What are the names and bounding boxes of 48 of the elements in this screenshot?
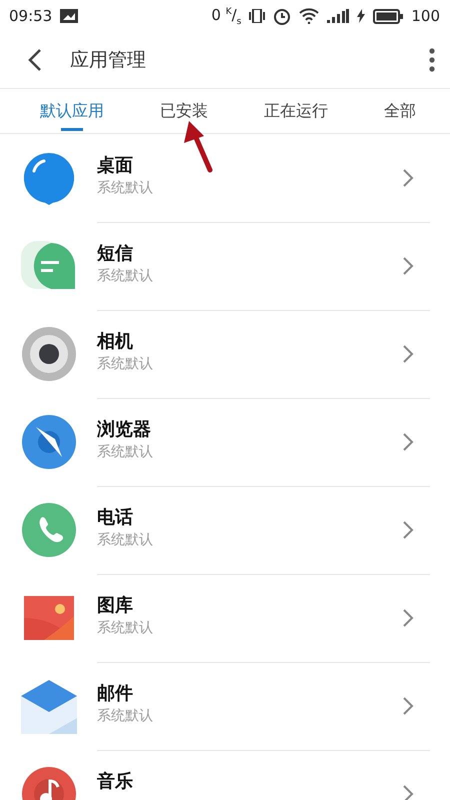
chevron-right-icon[interactable] — [402, 432, 414, 452]
chevron-right-icon[interactable] — [402, 520, 414, 540]
app-status: 系统默认 — [97, 530, 154, 548]
chevron-right-icon[interactable] — [402, 608, 414, 628]
app-status: 系统默认 — [97, 354, 154, 372]
app-name: 短信 — [97, 242, 134, 264]
clock-time: 09:53 — [9, 7, 52, 25]
message-icon — [20, 241, 76, 291]
app-name: 图库 — [97, 594, 134, 616]
app-name: 邮件 — [97, 682, 134, 704]
envelope-icon — [20, 678, 76, 734]
app-status: 系统默认 — [97, 442, 154, 460]
phone-icon — [22, 503, 76, 557]
app-status: 系统默认 — [97, 178, 154, 196]
alarm-icon — [273, 7, 292, 25]
annotation-arrow — [184, 121, 214, 173]
tab[interactable]: 默认应用 — [26, 89, 118, 133]
camera-icon — [22, 327, 76, 381]
app-name: 桌面 — [97, 154, 134, 176]
app-name: 电话 — [97, 506, 134, 528]
more-menu-button[interactable] — [428, 47, 436, 73]
app-name: 音乐 — [97, 770, 134, 792]
battery-icon — [373, 8, 404, 24]
tab[interactable]: 全部 — [370, 89, 430, 133]
app-status: 系统默认 — [97, 266, 154, 284]
image-notification-icon — [60, 9, 78, 23]
page-title: 应用管理 — [70, 48, 147, 73]
chevron-right-icon[interactable] — [402, 696, 414, 716]
battery-level: 100 — [411, 7, 440, 25]
tab[interactable]: 已安装 — [146, 89, 222, 133]
app-status: 系统默认 — [97, 618, 154, 636]
app-name: 相机 — [97, 330, 134, 352]
tab[interactable]: 正在运行 — [250, 89, 342, 133]
chevron-right-icon[interactable] — [402, 784, 414, 800]
app-name: 浏览器 — [97, 418, 152, 440]
chevron-right-icon[interactable] — [402, 344, 414, 364]
wifi-icon — [299, 8, 320, 24]
balloon-icon — [22, 151, 76, 205]
app-status: 系统默认 — [97, 706, 154, 724]
back-button[interactable] — [26, 48, 44, 72]
network-speed: 0 $^{K}$/$_{s}$ — [211, 6, 242, 26]
charging-icon — [357, 9, 366, 23]
vibrate-icon — [249, 9, 266, 23]
gallery-icon — [24, 596, 74, 640]
chevron-right-icon[interactable] — [402, 256, 414, 276]
signal-icon — [327, 9, 350, 23]
chevron-right-icon[interactable] — [402, 168, 414, 188]
compass-icon — [22, 415, 76, 469]
